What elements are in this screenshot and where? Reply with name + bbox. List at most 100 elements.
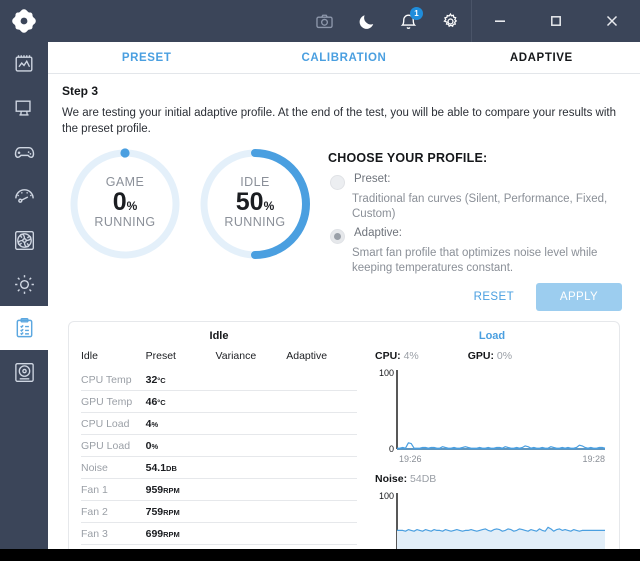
game-gauge-value: 0 (112, 187, 127, 216)
sidebar-item-lighting[interactable] (0, 262, 48, 306)
cpu-legend-label: CPU: (375, 349, 401, 362)
game-gauge: GAME 0% RUNNING (66, 145, 184, 263)
sidebar-item-storage[interactable] (0, 350, 48, 394)
app-logo-icon (12, 9, 36, 33)
adaptive-option-label: Adaptive: (354, 226, 402, 239)
preset-radio-icon[interactable] (330, 174, 345, 190)
sidebar-item-gaming[interactable] (0, 130, 48, 174)
profile-option-adaptive[interactable]: Adaptive: (328, 227, 626, 244)
monitor-icon (15, 100, 31, 116)
step-description: We are testing your initial adaptive pro… (62, 107, 616, 136)
title-bar-actions: 1 (303, 0, 640, 42)
report-icon (15, 55, 33, 72)
row-variance (215, 522, 287, 545)
row-key: Fan 3 (81, 522, 146, 545)
svg-text:100: 100 (379, 491, 394, 501)
table-row: GPU Load 0% (81, 434, 357, 457)
table-body: CPU Temp 32°C GPU Temp 46°C CPU Load 4% … (81, 368, 357, 545)
load-chart-legend: CPU: 4% GPU: 0% (375, 350, 609, 362)
sidebar-item-fan[interactable] (0, 218, 48, 262)
row-variance (215, 478, 287, 501)
row-preset: 32°C (145, 368, 216, 391)
row-key: Fan 2 (81, 500, 146, 523)
row-key: Noise (81, 456, 146, 479)
row-adaptive (286, 478, 357, 501)
adaptive-radio-icon[interactable] (330, 228, 345, 244)
minimize-button[interactable] (472, 0, 528, 42)
row-preset: 699RPM (145, 522, 216, 545)
row-key: GPU Load (81, 434, 146, 457)
reset-button[interactable]: RESET (466, 285, 522, 309)
table-row: Noise 54.1DB (81, 456, 357, 479)
row-preset: 54.1DB (145, 456, 216, 479)
table-row: CPU Load 4% (81, 412, 357, 435)
profile-chooser: CHOOSE YOUR PROFILE: Preset: Traditional… (328, 145, 626, 311)
fan-icon (14, 230, 34, 250)
svg-text:19:26: 19:26 (399, 454, 422, 464)
idle-gauge-label: IDLE (240, 174, 270, 189)
apply-button[interactable]: APPLY (536, 282, 622, 311)
settings-icon[interactable] (429, 0, 471, 42)
row-key: GPU Temp (81, 390, 146, 413)
row-variance (215, 412, 287, 435)
row-adaptive (286, 456, 357, 479)
row-variance (215, 456, 287, 479)
maximize-button[interactable] (528, 0, 584, 42)
content-area: Step 3 We are testing your initial adapt… (48, 74, 640, 549)
idle-gauge-text: IDLE 50% RUNNING (196, 175, 314, 229)
row-adaptive (286, 434, 357, 457)
idle-gauge-sublabel: RUNNING (224, 214, 286, 229)
tab-calibration[interactable]: CALIBRATION (245, 52, 442, 64)
main-panel: PRESET CALIBRATION ADAPTIVE Step 3 We ar… (48, 42, 640, 549)
noise-legend-value: 54DB (410, 472, 437, 485)
sidebar (0, 42, 48, 549)
row-key: Fan 1 (81, 478, 146, 501)
idle-table-panel: Idle Idle Preset Variance Adaptive CPU T… (69, 322, 367, 549)
notification-badge: 1 (410, 7, 423, 20)
dark-mode-icon[interactable] (345, 0, 387, 42)
title-bar: 1 (0, 0, 640, 42)
adaptive-option-description: Smart fan profile that optimizes noise l… (352, 246, 598, 275)
sidebar-item-calibration[interactable] (0, 306, 48, 350)
row-adaptive (286, 390, 357, 413)
tab-adaptive[interactable]: ADAPTIVE (443, 52, 640, 64)
sidebar-item-report[interactable] (0, 42, 48, 86)
status-and-profile-row: GAME 0% RUNNING IDLE 50% RUNNING CHOOSE … (62, 145, 626, 311)
tab-bar: PRESET CALIBRATION ADAPTIVE (48, 42, 640, 74)
game-gauge-label: GAME (105, 174, 145, 189)
cpu-legend-value: 4% (403, 349, 419, 362)
idle-gauge-unit: % (263, 198, 275, 213)
row-variance (215, 390, 287, 413)
svg-text:19:28: 19:28 (582, 454, 605, 464)
noise-chart-block: Noise: 54DB 100019:2619:28 (375, 473, 609, 549)
row-adaptive (286, 522, 357, 545)
row-variance (215, 434, 287, 457)
row-preset: 759RPM (145, 500, 216, 523)
close-button[interactable] (584, 0, 640, 42)
screenshot-icon[interactable] (303, 0, 345, 42)
tab-preset[interactable]: PRESET (48, 52, 245, 64)
idle-table: Idle Preset Variance Adaptive CPU Temp 3… (81, 350, 357, 545)
load-chart-svg: 100 0 19:26 19:28 (379, 368, 606, 464)
gpu-legend-label: GPU: (467, 349, 494, 362)
noise-chart: 100019:2619:28 (375, 489, 609, 549)
table-header-idle: Idle (81, 349, 98, 362)
profile-option-preset[interactable]: Preset: (328, 173, 626, 190)
table-row: CPU Temp 32°C (81, 368, 357, 391)
app-window: 1 PRESET CALIBRATION ADAPTIVE Step 3 We … (0, 0, 640, 561)
game-gauge-sublabel: RUNNING (94, 214, 156, 229)
idle-section-title: Idle (209, 329, 229, 342)
gpu-legend-value: 0% (496, 349, 513, 362)
charts-panel: Load CPU: 4% GPU: 0% 100 0 19:26 19:28 N… (367, 322, 619, 549)
table-row: Fan 1 959RPM (81, 478, 357, 501)
load-section-title: Load (478, 329, 506, 342)
preset-option-label: Preset: (354, 172, 391, 185)
row-key: CPU Load (81, 412, 146, 435)
noise-chart-svg: 100019:2619:28 (379, 491, 605, 549)
notifications-icon[interactable]: 1 (387, 0, 429, 42)
sidebar-item-performance[interactable] (0, 174, 48, 218)
sidebar-item-monitor[interactable] (0, 86, 48, 130)
table-header-variance: Variance (215, 349, 257, 362)
row-key: CPU Temp (81, 368, 146, 391)
row-variance (215, 368, 287, 391)
